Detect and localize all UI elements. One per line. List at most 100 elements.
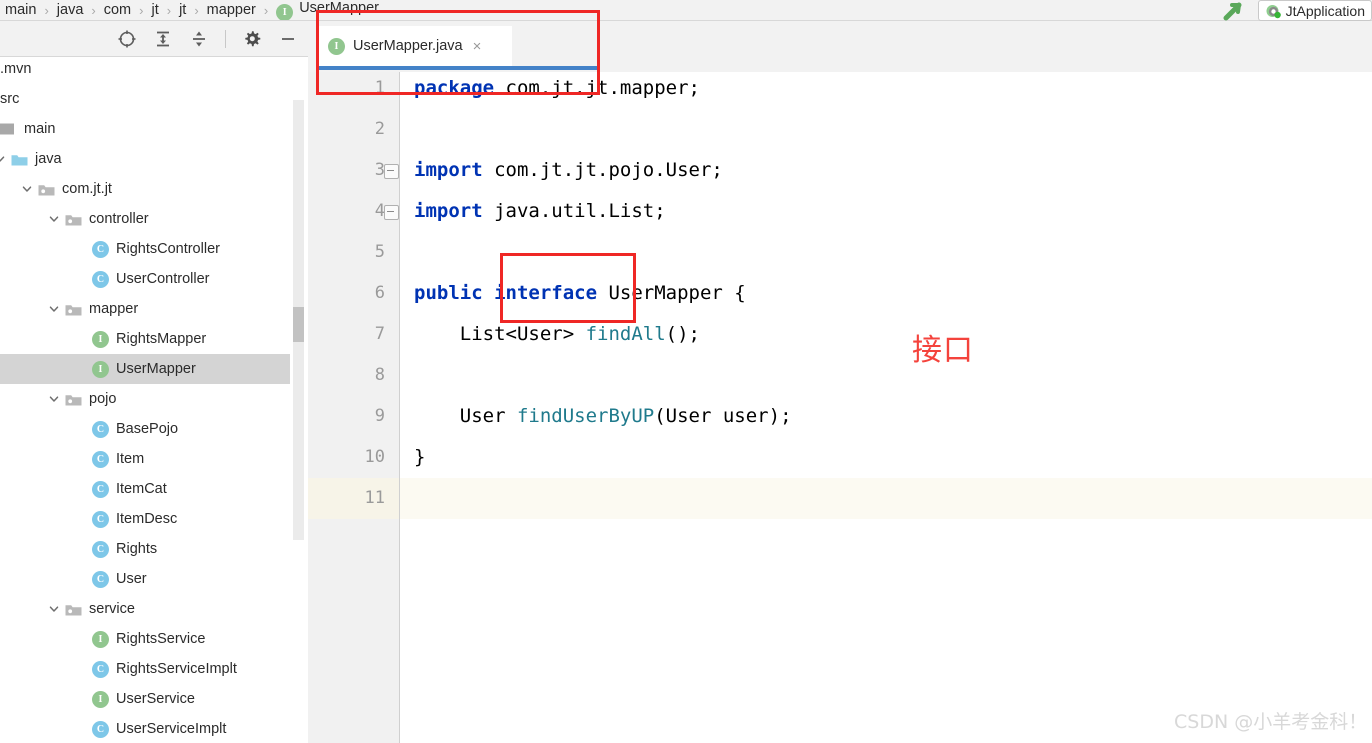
breadcrumb-item-mapper[interactable]: mapper — [204, 2, 259, 18]
tree-item-mapper[interactable]: mapper — [0, 294, 290, 324]
project-tree[interactable]: .mvn src main java com.jt.jt controller C Right… — [0, 54, 290, 740]
settings-gear-icon[interactable] — [240, 27, 264, 51]
tree-item-userserviceimplt[interactable]: C UserServiceImplt — [0, 714, 290, 740]
tree-item-rightsservice[interactable]: I RightsService — [0, 624, 290, 654]
breadcrumb-item-com[interactable]: com — [101, 2, 134, 18]
tree-item--mvn[interactable]: .mvn — [0, 54, 290, 84]
chevron-down-icon[interactable] — [47, 212, 61, 226]
breadcrumb-separator: › — [139, 2, 144, 18]
tree-item-itemdesc[interactable]: C ItemDesc — [0, 504, 290, 534]
code-token: User — [414, 405, 517, 427]
chevron-down-icon[interactable] — [47, 302, 61, 316]
folder-icon — [65, 392, 82, 406]
folder-icon — [65, 302, 82, 316]
code-line-9[interactable]: User findUserByUP(User user); — [414, 396, 792, 437]
breadcrumb-separator: › — [91, 2, 96, 18]
spring-boot-icon — [1265, 3, 1281, 19]
breadcrumb[interactable]: main › java › com › jt › jt › mapper › I UserMapper — [0, 0, 1372, 21]
badge-letter: I — [92, 630, 109, 648]
annotation-box-interface-keyword — [500, 253, 636, 323]
tree-arrow-placeholder — [74, 332, 88, 346]
chevron-down-icon[interactable] — [20, 182, 34, 196]
tree-item-com-jt-jt[interactable]: com.jt.jt — [0, 174, 290, 204]
breadcrumb-separator: › — [44, 2, 49, 18]
expand-all-icon[interactable] — [151, 27, 175, 51]
code-token: com.jt.jt.pojo.User; — [494, 159, 723, 181]
chevron-down-icon[interactable] — [47, 392, 61, 406]
class-badge-icon: C — [92, 540, 109, 558]
green-arrow-icon[interactable] — [1218, 1, 1248, 21]
badge-letter: C — [92, 240, 109, 258]
tree-item-main[interactable]: main — [0, 114, 290, 144]
tree-item-java[interactable]: java — [0, 144, 290, 174]
tree-item-label: UserService — [116, 691, 195, 707]
tree-item-service[interactable]: service — [0, 594, 290, 624]
badge-letter: C — [92, 720, 109, 738]
tree-item-controller[interactable]: controller — [0, 204, 290, 234]
tree-item-rightsserviceimplt[interactable]: C RightsServiceImplt — [0, 654, 290, 684]
code-token: List<User> — [414, 323, 586, 345]
collapse-all-icon[interactable] — [187, 27, 211, 51]
tree-item-label: RightsService — [116, 631, 206, 647]
tree-item-rights[interactable]: C Rights — [0, 534, 290, 564]
breadcrumb-item-java[interactable]: java — [54, 2, 87, 18]
code-token: findUserByUP — [516, 405, 655, 427]
code-token: (User user); — [654, 405, 792, 427]
code-content[interactable]: package com.jt.jt.mapper; import com.jt.j… — [400, 72, 1372, 743]
select-opened-file-icon[interactable] — [115, 27, 139, 51]
tree-item-itemcat[interactable]: C ItemCat — [0, 474, 290, 504]
class-badge-icon: C — [92, 240, 109, 258]
chevron-down-icon[interactable] — [47, 602, 61, 616]
code-fold-icon[interactable] — [384, 205, 399, 220]
project-scrollbar-thumb[interactable] — [293, 307, 304, 342]
tree-item-rightsmapper[interactable]: I RightsMapper — [0, 324, 290, 354]
annotation-note-interface: 接口 — [912, 333, 974, 368]
line-number: 7 — [374, 324, 385, 344]
toolbar-divider — [225, 29, 226, 48]
tree-item-src[interactable]: src — [0, 84, 290, 114]
code-line-3[interactable]: import com.jt.jt.pojo.User; — [414, 150, 723, 191]
badge-letter: I — [92, 360, 109, 378]
line-number: 6 — [374, 283, 385, 303]
badge-letter: C — [92, 660, 109, 678]
breadcrumb-item-jt[interactable]: jt — [148, 2, 161, 18]
code-line-4[interactable]: import java.util.List; — [414, 191, 666, 232]
tree-arrow-placeholder — [74, 482, 88, 496]
csdn-watermark: CSDN @小羊考金科！ — [1174, 711, 1368, 733]
breadcrumb-item-main[interactable]: main — [2, 2, 39, 18]
hide-panel-icon[interactable] — [276, 27, 300, 51]
tree-item-pojo[interactable]: pojo — [0, 384, 290, 414]
line-number: 5 — [374, 242, 385, 262]
interface-badge-icon: I — [92, 690, 109, 708]
code-fold-icon[interactable] — [384, 164, 399, 179]
tree-item-label: RightsController — [116, 241, 220, 257]
tree-item-label: .mvn — [0, 61, 32, 77]
badge-letter: C — [92, 420, 109, 438]
code-line-10[interactable]: } — [414, 437, 425, 478]
tree-item-label: RightsServiceImplt — [116, 661, 237, 677]
chevron-down-icon[interactable] — [0, 152, 7, 166]
interface-badge-icon: I — [92, 330, 109, 348]
line-number: 9 — [374, 406, 385, 426]
tree-arrow-placeholder — [74, 422, 88, 436]
tree-item-rightscontroller[interactable]: C RightsController — [0, 234, 290, 264]
tree-item-item[interactable]: C Item — [0, 444, 290, 474]
tree-item-user[interactable]: C User — [0, 564, 290, 594]
breadcrumb-item-jt[interactable]: jt — [176, 2, 189, 18]
breadcrumb-separator: › — [166, 2, 172, 18]
badge-letter: C — [92, 270, 109, 288]
editor-gutter[interactable]: 1 2 3 4 5 6 7 8 9 10 11 — [308, 72, 400, 743]
tree-arrow-placeholder — [74, 632, 88, 646]
project-tool-window: .mvn src main java com.jt.jt controller C Right… — [0, 21, 308, 743]
run-configuration-widget[interactable]: JtApplication — [1218, 0, 1372, 21]
badge-letter: C — [92, 540, 109, 558]
run-configuration-selector[interactable]: JtApplication — [1257, 0, 1372, 21]
tree-item-label: service — [89, 601, 135, 617]
tree-item-usermapper[interactable]: I UserMapper — [0, 354, 290, 384]
tree-item-usercontroller[interactable]: C UserController — [0, 264, 290, 294]
caret-line-gutter-highlight — [308, 478, 399, 519]
class-badge-icon: C — [92, 450, 109, 468]
tree-item-userservice[interactable]: I UserService — [0, 684, 290, 714]
tree-item-basepojo[interactable]: C BasePojo — [0, 414, 290, 444]
class-badge-icon: C — [92, 660, 109, 678]
